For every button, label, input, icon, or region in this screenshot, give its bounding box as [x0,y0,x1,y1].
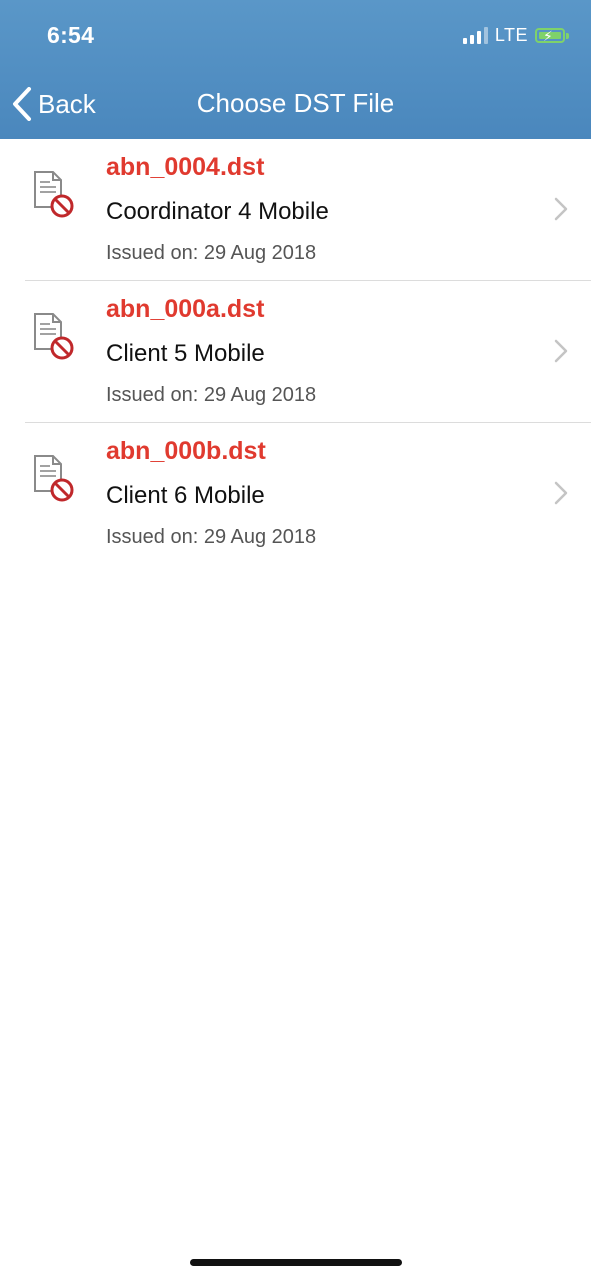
file-issued-date: Issued on: 29 Aug 2018 [106,242,317,264]
home-indicator[interactable] [190,1259,402,1266]
status-time: 6:54 [47,22,95,48]
list-item-file-1[interactable]: abn_0004.dst Coordinator 4 Mobile Issued… [25,139,591,281]
file-client: Client 6 Mobile [106,482,265,509]
chevron-right-icon [554,339,568,363]
chevron-right-icon [554,197,568,221]
document-blocked-icon [34,171,74,218]
network-type: LTE [494,25,528,45]
status-indicators: LTE ⚡ [462,25,569,46]
chevron-right-icon [554,481,568,505]
file-name: abn_000b.dst [106,437,266,465]
document-blocked-icon [34,313,74,360]
file-issued-date: Issued on: 29 Aug 2018 [106,526,317,548]
battery-charging-icon: ⚡ [535,28,565,44]
document-blocked-icon [34,455,74,502]
list-item-file-3[interactable]: abn_000b.dst Client 6 Mobile Issued on: … [25,423,591,564]
page-title: Choose DST File [196,88,395,118]
file-name: abn_0004.dst [106,153,265,181]
battery-cap [566,32,569,39]
file-name: abn_000a.dst [106,295,265,323]
file-client: Client 5 Mobile [106,340,265,367]
list-item-file-2[interactable]: abn_000a.dst Client 5 Mobile Issued on: … [25,281,591,423]
cellular-signal-icon [462,27,488,44]
dst-file-list: abn_0004.dst Coordinator 4 Mobile Issued… [0,139,591,564]
file-issued-date: Issued on: 29 Aug 2018 [106,384,317,406]
navigation-header: 6:54 LTE ⚡ Back Choose DST File [0,0,591,139]
file-client: Coordinator 4 Mobile [106,198,329,225]
